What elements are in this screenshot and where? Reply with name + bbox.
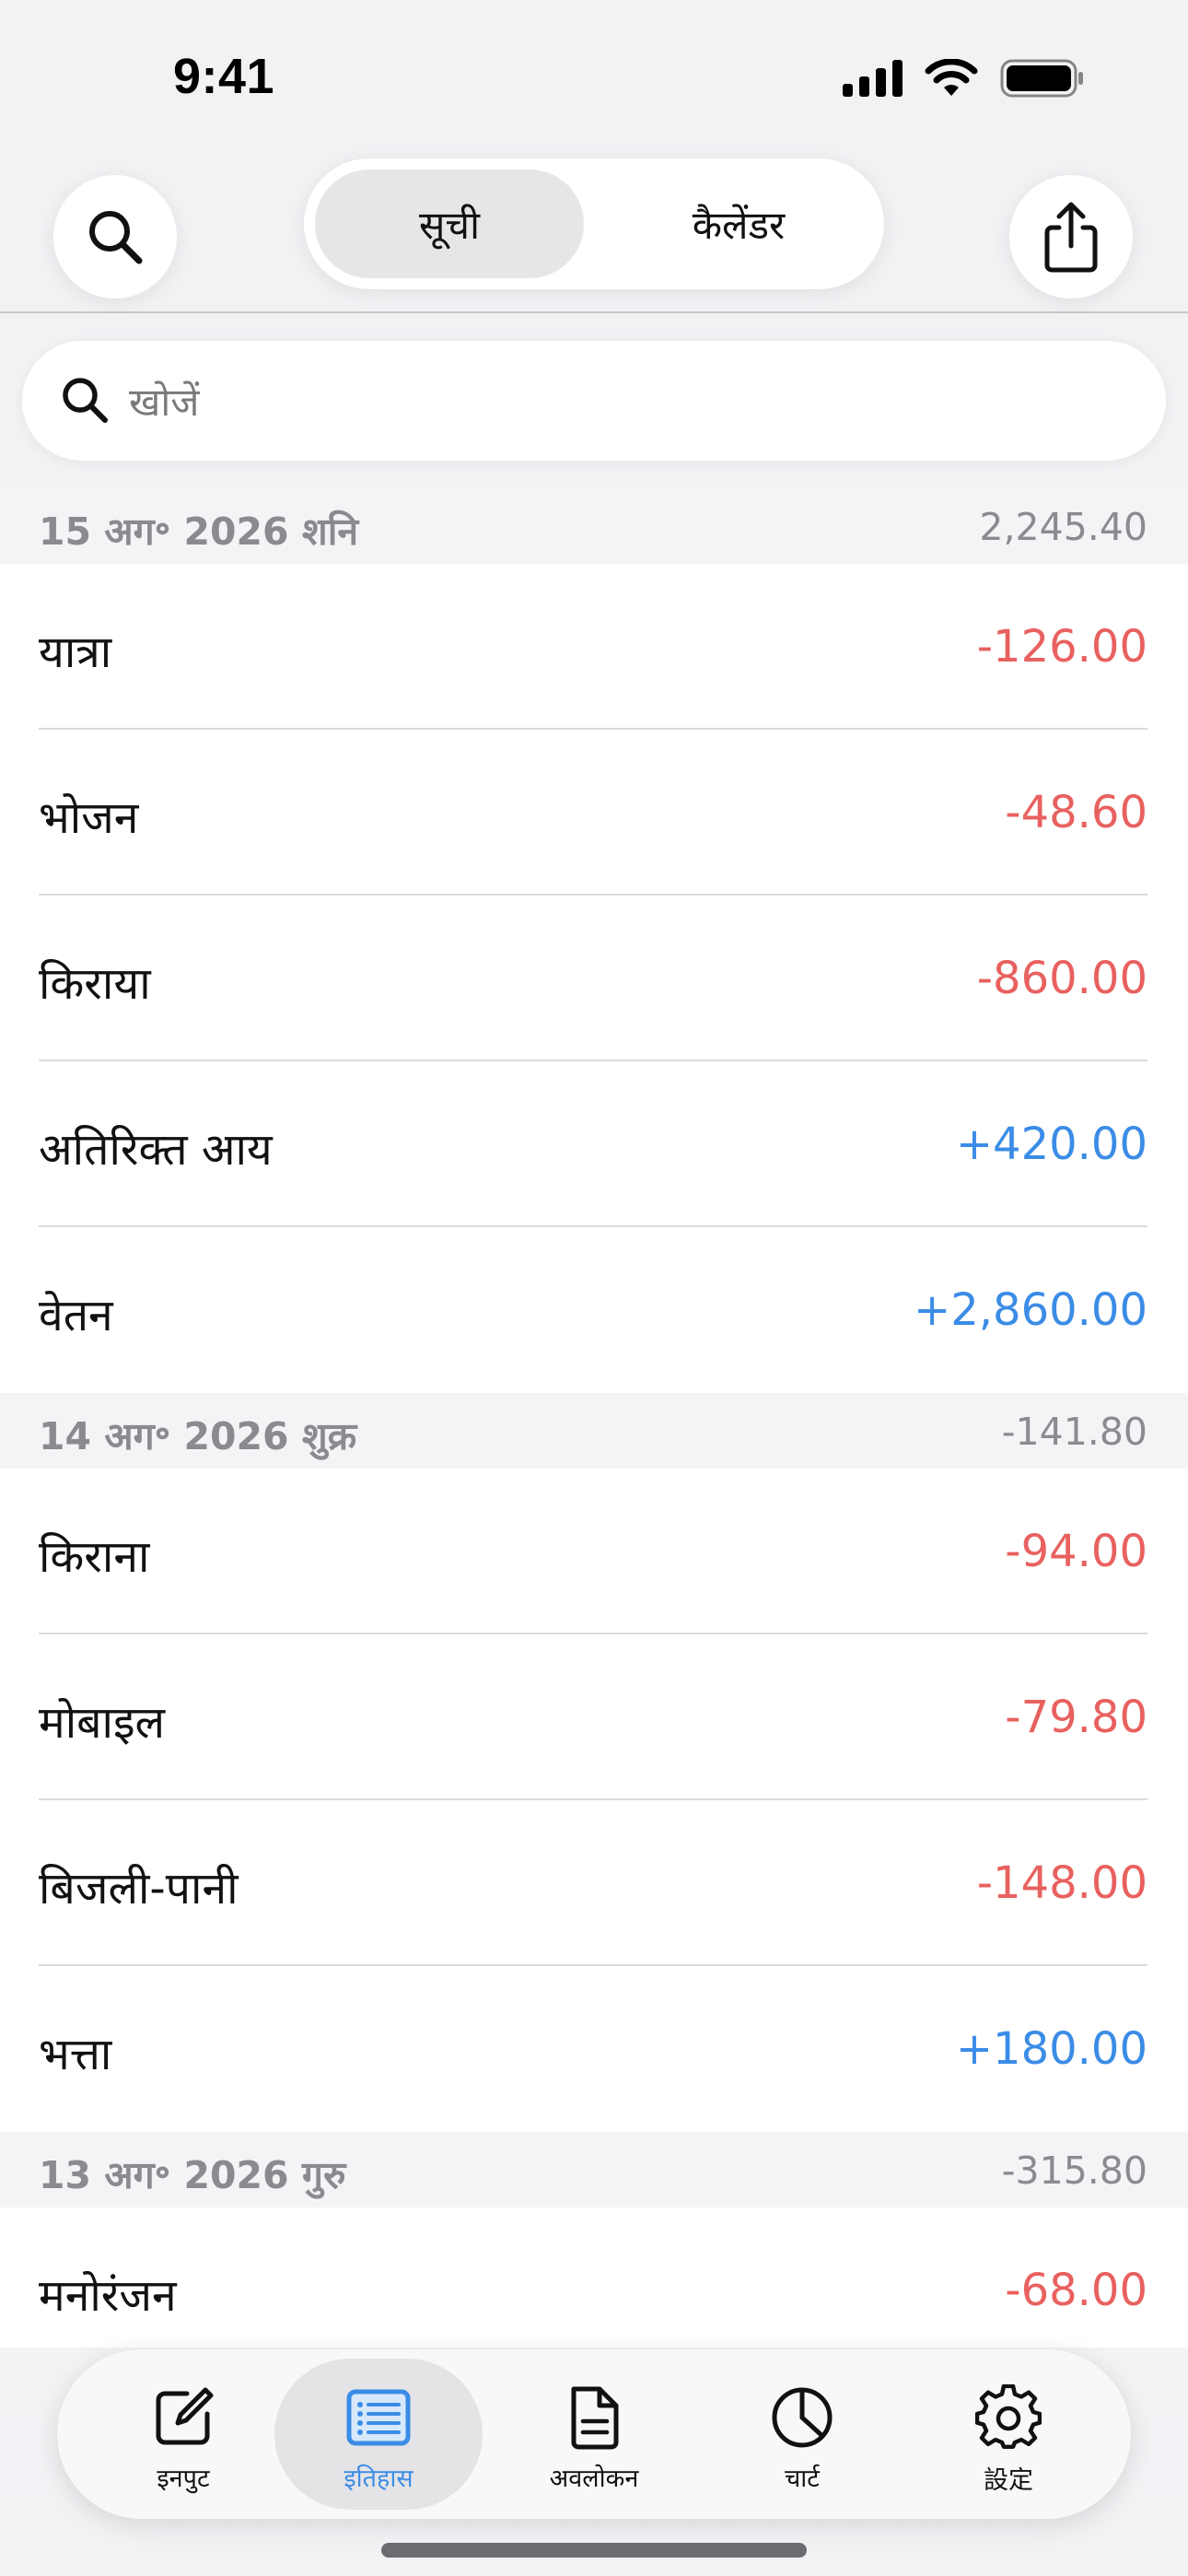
transaction-amount: -126.00	[976, 621, 1147, 673]
transaction-amount: -79.80	[1005, 1692, 1147, 1743]
transaction-category: बिजली-पानी	[39, 1863, 239, 1914]
transaction-category: यात्रा	[39, 626, 112, 678]
tab-bar: इनपुट इतिहास अवलोकन चार्ट 設定	[57, 2349, 1131, 2519]
transaction-amount: -860.00	[976, 953, 1147, 1004]
status-bar: 9:41	[0, 0, 1188, 147]
status-time: 9:41	[173, 49, 275, 104]
transaction-row[interactable]: भत्ता +180.00	[0, 1966, 1188, 2132]
view-segmented-control: सूची कैलेंडर	[304, 158, 884, 289]
transaction-row[interactable]: किराया -860.00	[0, 896, 1188, 1061]
transaction-amount: +180.00	[955, 2023, 1147, 2075]
section-total: -141.80	[1001, 1410, 1147, 1454]
gear-icon	[975, 2384, 1042, 2450]
transaction-row[interactable]: मोबाइल -79.80	[0, 1634, 1188, 1800]
transaction-amount: +420.00	[955, 1118, 1147, 1170]
document-icon	[571, 2386, 619, 2450]
transaction-category: किराना	[39, 1531, 150, 1583]
tab-chart[interactable]: चार्ट	[698, 2359, 906, 2510]
transaction-row[interactable]: अतिरिक्त आय +420.00	[0, 1061, 1188, 1227]
share-button[interactable]	[1009, 175, 1133, 299]
segment-calendar[interactable]: कैलेंडर	[604, 170, 873, 278]
section-header: 15 अग॰ 2026 शनि 2,245.40	[0, 488, 1188, 564]
search-field[interactable]	[22, 341, 1166, 461]
transaction-amount: -48.60	[1005, 787, 1147, 838]
tab-input-label: इनपुट	[157, 2465, 210, 2493]
transaction-category: वेतन	[39, 1290, 113, 1341]
transaction-amount: +2,860.00	[914, 1284, 1147, 1336]
tab-input[interactable]: इनपुट	[79, 2359, 287, 2510]
transaction-row[interactable]: यात्रा -126.00	[0, 564, 1188, 730]
tab-chart-label: चार्ट	[785, 2465, 820, 2493]
tab-overview-label: अवलोकन	[549, 2465, 639, 2493]
segment-list-label: सूची	[419, 202, 480, 248]
section-date: 15 अग॰ 2026 शनि	[39, 509, 359, 554]
wifi-icon	[925, 59, 978, 96]
cellular-signal-icon	[843, 60, 903, 97]
transaction-row[interactable]: वेतन +2,860.00	[0, 1227, 1188, 1393]
compose-icon	[156, 2387, 214, 2445]
section-total: 2,245.40	[979, 505, 1147, 549]
transaction-category: मोबाइल	[39, 1697, 166, 1749]
tab-history[interactable]: इतिहास	[274, 2359, 483, 2510]
top-nav: सूची कैलेंडर	[0, 147, 1188, 313]
transaction-row[interactable]: भोजन -48.60	[0, 730, 1188, 896]
transaction-row[interactable]: बिजली-पानी -148.00	[0, 1800, 1188, 1966]
pie-chart-icon	[772, 2387, 833, 2448]
tab-settings[interactable]: 設定	[904, 2359, 1112, 2510]
search-area	[0, 313, 1188, 488]
section-total: -315.80	[1001, 2149, 1147, 2193]
search-icon	[89, 211, 143, 264]
section-header: 13 अग॰ 2026 गुरु -315.80	[0, 2132, 1188, 2207]
section-header: 14 अग॰ 2026 शुक्र -141.80	[0, 1393, 1188, 1469]
transaction-amount: -148.00	[976, 1857, 1147, 1909]
transaction-category: मनोरंजन	[39, 2270, 177, 2322]
home-indicator	[381, 2543, 807, 2558]
share-icon	[1044, 202, 1098, 273]
search-field-icon	[63, 378, 108, 423]
section-date: 13 अग॰ 2026 गुरु	[39, 2153, 346, 2197]
segment-calendar-label: कैलेंडर	[692, 202, 786, 248]
tab-settings-label: 設定	[984, 2466, 1033, 2495]
transaction-list: 15 अग॰ 2026 शनि 2,245.40 यात्रा -126.00 …	[0, 488, 1188, 2373]
segment-list[interactable]: सूची	[315, 170, 584, 278]
transaction-category: भोजन	[39, 792, 139, 844]
list-icon	[346, 2389, 411, 2446]
section-date: 14 अग॰ 2026 शुक्र	[39, 1414, 357, 1458]
transaction-amount: -94.00	[1005, 1526, 1147, 1577]
search-input[interactable]	[127, 359, 1125, 444]
tab-overview[interactable]: अवलोकन	[490, 2359, 698, 2510]
tab-history-label: इतिहास	[344, 2465, 413, 2493]
transaction-category: भत्ता	[39, 2029, 112, 2080]
transaction-category: किराया	[39, 958, 151, 1010]
transaction-amount: -68.00	[1005, 2265, 1147, 2316]
transaction-row[interactable]: किराना -94.00	[0, 1469, 1188, 1634]
battery-icon	[1000, 59, 1083, 98]
status-icons	[843, 59, 1085, 98]
transaction-category: अतिरिक्त आय	[39, 1124, 273, 1176]
search-button[interactable]	[53, 175, 177, 299]
